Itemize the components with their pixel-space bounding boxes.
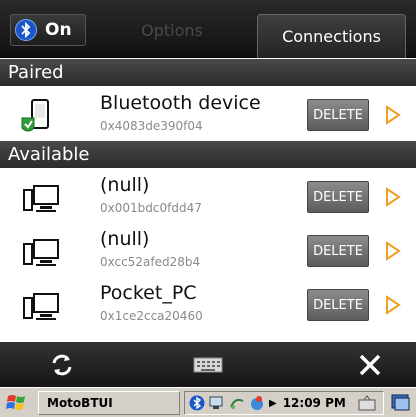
chevron-right-icon[interactable] <box>384 294 402 316</box>
device-address: 0x1ce2cca20460 <box>100 309 203 323</box>
device-row[interactable]: (null) 0x001bdc0fdd47 DELETE <box>0 168 416 228</box>
chevron-right-icon[interactable] <box>384 240 402 262</box>
section-available-header: Available <box>0 141 416 168</box>
chevron-right-icon[interactable] <box>384 104 402 126</box>
bluetooth-on-toggle[interactable]: On <box>10 14 86 46</box>
device-row[interactable]: (null) 0xcc52afed28b4 DELETE <box>0 222 416 282</box>
device-name: (null) <box>100 228 150 250</box>
network-tray-icon[interactable] <box>209 395 225 411</box>
input-panel-icon[interactable] <box>358 395 376 411</box>
bottom-toolbar <box>0 342 416 387</box>
tab-connections[interactable]: Connections <box>257 14 406 58</box>
bluetooth-tray-icon[interactable] <box>189 395 205 411</box>
tray-arrow-icon: ▶ <box>269 397 277 409</box>
computer-icon <box>20 234 64 270</box>
bluetooth-icon <box>15 19 37 41</box>
sync-tray-icon[interactable] <box>229 395 245 411</box>
device-name: Pocket_PC <box>100 282 197 304</box>
clock: 12:09 PM <box>282 396 346 410</box>
delete-button[interactable]: DELETE <box>307 181 369 213</box>
device-name: Bluetooth device <box>100 92 261 114</box>
system-tray: ▶ 12:09 PM <box>184 391 384 415</box>
keyboard-icon[interactable] <box>188 348 228 382</box>
device-name: (null) <box>100 174 150 196</box>
close-icon[interactable] <box>350 348 390 382</box>
tab-bar: On Options Connections <box>0 0 416 58</box>
tab-options[interactable]: Options <box>92 14 252 46</box>
delete-button[interactable]: DELETE <box>307 99 369 131</box>
paired-phone-icon <box>20 98 64 134</box>
section-paired-header: Paired <box>0 59 416 86</box>
chevron-right-icon[interactable] <box>384 186 402 208</box>
taskbar-app-button[interactable]: MotoBTUI <box>38 391 180 415</box>
list-spacer <box>0 334 416 342</box>
desktop-icon[interactable] <box>390 392 412 414</box>
device-row[interactable]: Bluetooth device 0x4083de390f04 DELETE <box>0 86 416 146</box>
windows-start-icon[interactable] <box>4 391 32 415</box>
connection-tray-icon[interactable] <box>249 395 265 411</box>
taskbar: MotoBTUI ▶ 12:09 PM <box>0 387 416 417</box>
bluetooth-on-label: On <box>45 20 72 40</box>
delete-button[interactable]: DELETE <box>307 235 369 267</box>
device-row[interactable]: Pocket_PC 0x1ce2cca20460 DELETE <box>0 276 416 336</box>
computer-icon <box>20 180 64 216</box>
device-address: 0x001bdc0fdd47 <box>100 201 202 215</box>
refresh-icon[interactable] <box>42 348 82 382</box>
device-address: 0x4083de390f04 <box>100 119 203 133</box>
computer-icon <box>20 288 64 324</box>
delete-button[interactable]: DELETE <box>307 289 369 321</box>
device-address: 0xcc52afed28b4 <box>100 255 201 269</box>
